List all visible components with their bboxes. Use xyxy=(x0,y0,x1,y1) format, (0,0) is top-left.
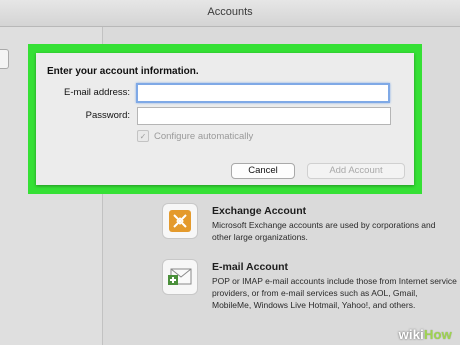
email-field[interactable] xyxy=(136,83,390,103)
exchange-account-description: Microsoft Exchange accounts are used by … xyxy=(212,220,436,242)
email-account-icon xyxy=(162,259,198,295)
password-label: Password: xyxy=(85,110,130,121)
title-bar: Accounts xyxy=(0,0,460,27)
email-account-description: POP or IMAP e-mail accounts include thos… xyxy=(212,276,457,310)
checkmark-icon: ✓ xyxy=(137,130,149,142)
configure-automatically-checkbox[interactable]: ✓ Configure automatically xyxy=(137,130,253,142)
dialog-heading: Enter your account information. xyxy=(47,66,199,77)
cancel-button[interactable]: Cancel xyxy=(231,163,295,179)
add-account-button[interactable]: Add Account xyxy=(307,163,405,179)
sidebar-button[interactable] xyxy=(0,49,9,69)
email-account-title: E-mail Account xyxy=(212,261,289,273)
wikihow-watermark: wikiHow xyxy=(398,327,452,342)
account-info-dialog: Enter your account information. E-mail a… xyxy=(36,53,414,185)
password-field[interactable] xyxy=(137,107,391,125)
window-title: Accounts xyxy=(207,6,253,18)
account-option-exchange[interactable]: Exchange Account Microsoft Exchange acco… xyxy=(162,203,460,263)
email-label: E-mail address: xyxy=(64,87,130,98)
account-option-email[interactable]: E-mail Account POP or IMAP e-mail accoun… xyxy=(162,259,460,319)
exchange-icon xyxy=(162,203,198,239)
exchange-account-title: Exchange Account xyxy=(212,205,307,217)
configure-automatically-label: Configure automatically xyxy=(154,130,254,142)
